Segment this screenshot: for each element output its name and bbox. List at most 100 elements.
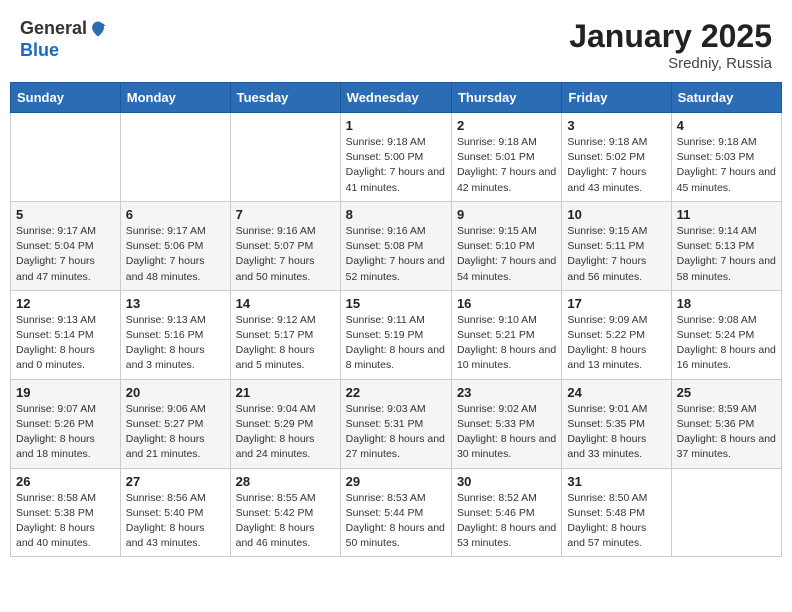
calendar-cell: 1Sunrise: 9:18 AMSunset: 5:00 PMDaylight… [340, 113, 451, 202]
day-number: 16 [457, 296, 556, 311]
calendar-cell: 13 Sunrise: 9:13 AMSunset: 5:16 PMDayligh… [120, 290, 230, 379]
calendar-cell [120, 113, 230, 202]
logo-icon [89, 20, 107, 38]
day-number: 31 [567, 474, 665, 489]
day-number: 11 [677, 207, 776, 222]
day-info: Sunrise: 8:52 AMSunset: 5:46 PMDaylight:… [457, 491, 556, 552]
calendar-cell: 3Sunrise: 9:18 AMSunset: 5:02 PMDaylight… [562, 113, 671, 202]
calendar-cell: 9 Sunrise: 9:15 AMSunset: 5:10 PMDaylight… [451, 201, 561, 290]
day-number: 9 [457, 207, 556, 222]
day-info: Sunrise: 9:13 AMSunset: 5:16 PMDaylight:… [126, 313, 225, 374]
day-number: 18 [677, 296, 776, 311]
day-info: Sunrise: 9:04 AMSunset: 5:29 PMDaylight:… [236, 402, 335, 463]
calendar-week-2: 12Sunrise: 9:13 AMSunset: 5:14 PMDayligh… [11, 290, 782, 379]
calendar-week-0: 1Sunrise: 9:18 AMSunset: 5:00 PMDaylight… [11, 113, 782, 202]
day-number: 7 [236, 207, 335, 222]
day-info: Sunrise: 9:03 AMSunset: 5:31 PMDaylight:… [346, 402, 446, 463]
day-info: Sunrise: 9:13 AMSunset: 5:14 PMDaylight:… [16, 313, 115, 374]
day-number: 20 [126, 385, 225, 400]
calendar-cell: 6 Sunrise: 9:17 AMSunset: 5:06 PMDaylight… [120, 201, 230, 290]
calendar-cell: 15 Sunrise: 9:11 AMSunset: 5:19 PMDayligh… [340, 290, 451, 379]
day-info: Sunrise: 9:17 AMSunset: 5:04 PMDaylight:… [16, 224, 115, 285]
day-info: Sunrise: 9:16 AMSunset: 5:07 PMDaylight:… [236, 224, 335, 285]
day-number: 3 [567, 118, 665, 133]
day-info: Sunrise: 9:10 AMSunset: 5:21 PMDaylight:… [457, 313, 556, 374]
calendar-cell: 5Sunrise: 9:17 AMSunset: 5:04 PMDaylight… [11, 201, 121, 290]
calendar-cell [230, 113, 340, 202]
day-info: Sunrise: 9:06 AMSunset: 5:27 PMDaylight:… [126, 402, 225, 463]
day-number: 21 [236, 385, 335, 400]
calendar-cell: 4 Sunrise: 9:18 AMSunset: 5:03 PMDaylight… [671, 113, 781, 202]
calendar-cell: 16 Sunrise: 9:10 AMSunset: 5:21 PMDayligh… [451, 290, 561, 379]
logo-blue: Blue [20, 40, 107, 62]
calendar-cell: 23 Sunrise: 9:02 AMSunset: 5:33 PMDayligh… [451, 379, 561, 468]
day-number: 4 [677, 118, 776, 133]
day-info: Sunrise: 9:15 AMSunset: 5:10 PMDaylight:… [457, 224, 556, 285]
day-number: 1 [346, 118, 446, 133]
calendar-cell: 17 Sunrise: 9:09 AMSunset: 5:22 PMDayligh… [562, 290, 671, 379]
col-thursday: Thursday [451, 83, 561, 113]
day-number: 2 [457, 118, 556, 133]
day-number: 8 [346, 207, 446, 222]
day-number: 24 [567, 385, 665, 400]
day-info: Sunrise: 9:11 AMSunset: 5:19 PMDaylight:… [346, 313, 446, 374]
day-number: 17 [567, 296, 665, 311]
calendar-week-4: 26 Sunrise: 8:58 AMSunset: 5:38 PMDayligh… [11, 468, 782, 557]
col-tuesday: Tuesday [230, 83, 340, 113]
calendar-header-row: Sunday Monday Tuesday Wednesday Thursday… [11, 83, 782, 113]
calendar-cell [671, 468, 781, 557]
day-info: Sunrise: 9:08 AMSunset: 5:24 PMDaylight:… [677, 313, 776, 374]
day-info: Sunrise: 8:50 AMSunset: 5:48 PMDaylight:… [567, 491, 665, 552]
calendar-cell: 29Sunrise: 8:53 AMSunset: 5:44 PMDayligh… [340, 468, 451, 557]
day-number: 28 [236, 474, 335, 489]
day-info: Sunrise: 9:02 AMSunset: 5:33 PMDaylight:… [457, 402, 556, 463]
day-number: 6 [126, 207, 225, 222]
calendar-cell: 12Sunrise: 9:13 AMSunset: 5:14 PMDayligh… [11, 290, 121, 379]
month-title: January 2025 [569, 18, 772, 55]
calendar-cell: 30 Sunrise: 8:52 AMSunset: 5:46 PMDayligh… [451, 468, 561, 557]
col-sunday: Sunday [11, 83, 121, 113]
day-number: 13 [126, 296, 225, 311]
calendar-cell: 31 Sunrise: 8:50 AMSunset: 5:48 PMDayligh… [562, 468, 671, 557]
day-number: 19 [16, 385, 115, 400]
day-info: Sunrise: 8:58 AMSunset: 5:38 PMDaylight:… [16, 491, 115, 552]
day-info: Sunrise: 8:56 AMSunset: 5:40 PMDaylight:… [126, 491, 225, 552]
calendar-cell: 26 Sunrise: 8:58 AMSunset: 5:38 PMDayligh… [11, 468, 121, 557]
calendar-cell: 20 Sunrise: 9:06 AMSunset: 5:27 PMDayligh… [120, 379, 230, 468]
day-info: Sunrise: 9:14 AMSunset: 5:13 PMDaylight:… [677, 224, 776, 285]
day-info: Sunrise: 9:17 AMSunset: 5:06 PMDaylight:… [126, 224, 225, 285]
calendar-cell: 11 Sunrise: 9:14 AMSunset: 5:13 PMDayligh… [671, 201, 781, 290]
calendar-table: Sunday Monday Tuesday Wednesday Thursday… [10, 82, 782, 557]
day-number: 14 [236, 296, 335, 311]
col-saturday: Saturday [671, 83, 781, 113]
calendar-cell: 25 Sunrise: 8:59 AMSunset: 5:36 PMDayligh… [671, 379, 781, 468]
day-info: Sunrise: 9:07 AMSunset: 5:26 PMDaylight:… [16, 402, 115, 463]
calendar-cell: 7 Sunrise: 9:16 AMSunset: 5:07 PMDaylight… [230, 201, 340, 290]
day-info: Sunrise: 8:55 AMSunset: 5:42 PMDaylight:… [236, 491, 335, 552]
day-info: Sunrise: 8:59 AMSunset: 5:36 PMDaylight:… [677, 402, 776, 463]
location: Sredniy, Russia [569, 55, 772, 72]
day-info: Sunrise: 9:18 AMSunset: 5:01 PMDaylight:… [457, 135, 556, 196]
calendar-cell: 24 Sunrise: 9:01 AMSunset: 5:35 PMDayligh… [562, 379, 671, 468]
day-info: Sunrise: 9:01 AMSunset: 5:35 PMDaylight:… [567, 402, 665, 463]
calendar-week-3: 19 Sunrise: 9:07 AMSunset: 5:26 PMDayligh… [11, 379, 782, 468]
day-number: 25 [677, 385, 776, 400]
day-info: Sunrise: 8:53 AMSunset: 5:44 PMDaylight:… [346, 491, 446, 552]
day-info: Sunrise: 9:12 AMSunset: 5:17 PMDaylight:… [236, 313, 335, 374]
calendar-cell: 10 Sunrise: 9:15 AMSunset: 5:11 PMDayligh… [562, 201, 671, 290]
calendar-cell [11, 113, 121, 202]
calendar-cell: 27Sunrise: 8:56 AMSunset: 5:40 PMDayligh… [120, 468, 230, 557]
day-number: 23 [457, 385, 556, 400]
day-number: 15 [346, 296, 446, 311]
day-info: Sunrise: 9:18 AMSunset: 5:03 PMDaylight:… [677, 135, 776, 196]
day-number: 30 [457, 474, 556, 489]
calendar-week-1: 5Sunrise: 9:17 AMSunset: 5:04 PMDaylight… [11, 201, 782, 290]
calendar-cell: 18 Sunrise: 9:08 AMSunset: 5:24 PMDayligh… [671, 290, 781, 379]
calendar-cell: 19 Sunrise: 9:07 AMSunset: 5:26 PMDayligh… [11, 379, 121, 468]
calendar-cell: 21 Sunrise: 9:04 AMSunset: 5:29 PMDayligh… [230, 379, 340, 468]
day-info: Sunrise: 9:15 AMSunset: 5:11 PMDaylight:… [567, 224, 665, 285]
day-number: 10 [567, 207, 665, 222]
day-info: Sunrise: 9:09 AMSunset: 5:22 PMDaylight:… [567, 313, 665, 374]
day-number: 26 [16, 474, 115, 489]
title-block: January 2025 Sredniy, Russia [569, 18, 772, 72]
